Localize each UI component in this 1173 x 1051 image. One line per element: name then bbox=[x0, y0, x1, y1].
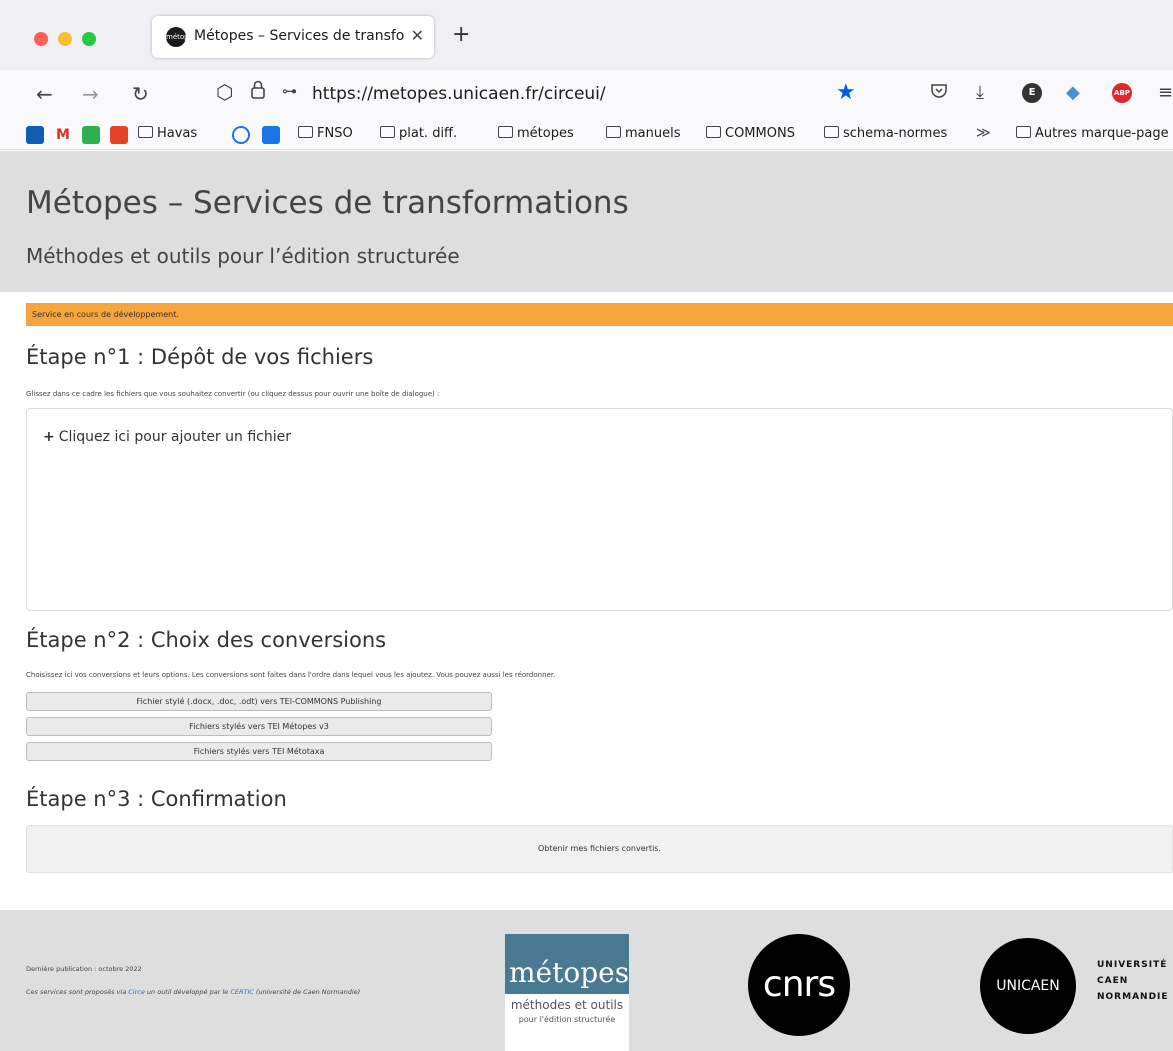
site-favicon-icon: métopes bbox=[166, 27, 197, 47]
bookmarks-bar: M Havas FNSO plat. diff. métopes manuels… bbox=[0, 120, 1173, 150]
bookmark-folder-autres[interactable]: Autres marque-page bbox=[1016, 126, 1169, 141]
whatsapp-icon[interactable] bbox=[82, 126, 100, 144]
folder-icon bbox=[824, 126, 839, 138]
step2-description: Choisissez ici vos conversions et leurs … bbox=[26, 671, 556, 679]
bookmark-folder-plat-diff[interactable]: plat. diff. bbox=[380, 126, 457, 141]
folder-icon bbox=[298, 126, 313, 138]
folder-icon bbox=[1016, 126, 1031, 138]
step1-description: Glissez dans ce cadre les fichiers que v… bbox=[26, 390, 440, 398]
certic-link[interactable]: CERTIC bbox=[230, 988, 254, 996]
meet-icon[interactable] bbox=[262, 126, 280, 144]
gitlab-icon[interactable] bbox=[110, 126, 128, 144]
address-bar[interactable]: ⬡ ⊶ https://metopes.unicaen.fr/circeui/ … bbox=[206, 76, 870, 114]
pocket-icon[interactable] bbox=[930, 82, 948, 105]
unicaen-logo[interactable]: UNICAEN bbox=[980, 938, 1076, 1034]
footer: Dernière publication : octobre 2022 Ces … bbox=[0, 910, 1173, 1051]
url-text[interactable]: https://metopes.unicaen.fr/circeui/ bbox=[312, 84, 606, 104]
extension-diamond-icon[interactable]: ◆ bbox=[1066, 82, 1080, 103]
tab-title: Métopes – Services de transforr bbox=[194, 28, 404, 44]
step3-title: Étape n°3 : Confirmation bbox=[26, 787, 287, 811]
minimize-window-button[interactable] bbox=[58, 32, 72, 46]
page-subtitle: Méthodes et outils pour l’édition struct… bbox=[26, 244, 460, 268]
new-tab-button[interactable]: + bbox=[452, 22, 470, 47]
browser-tab[interactable]: métopes Métopes – Services de transforr … bbox=[152, 16, 434, 58]
conversion-option-commons[interactable]: Fichier stylé (.docx, .doc, .odt) vers T… bbox=[26, 692, 492, 711]
folder-icon bbox=[498, 126, 513, 138]
conversion-option-metotaxa[interactable]: Fichiers stylés vers TEI Métotaxa bbox=[26, 742, 492, 761]
bookmark-folder-commons[interactable]: COMMONS bbox=[706, 126, 795, 141]
adblock-plus-icon[interactable]: ABP bbox=[1112, 83, 1132, 103]
file-dropzone[interactable]: + Cliquez ici pour ajouter un fichier bbox=[26, 408, 1173, 611]
circe-link[interactable]: Circe bbox=[128, 988, 145, 996]
extension-e-icon[interactable]: E bbox=[1022, 83, 1042, 103]
bookmark-folder-schema-normes[interactable]: schema-normes bbox=[824, 126, 947, 141]
folder-icon bbox=[380, 126, 395, 138]
downloads-icon[interactable]: ⤓ bbox=[976, 82, 984, 103]
bookmark-star-icon[interactable]: ★ bbox=[836, 80, 856, 105]
menu-icon[interactable]: ≡ bbox=[1158, 82, 1173, 103]
last-publication: Dernière publication : octobre 2022 bbox=[26, 965, 142, 973]
plus-icon: + bbox=[43, 429, 55, 445]
bookmark-folder-manuels[interactable]: manuels bbox=[606, 126, 681, 141]
sync-icon[interactable] bbox=[232, 126, 250, 144]
navigation-bar: ← → ↻ ⬡ ⊶ https://metopes.unicaen.fr/cir… bbox=[0, 70, 1173, 120]
outlook-icon[interactable] bbox=[26, 126, 44, 144]
gmail-icon[interactable]: M bbox=[54, 126, 72, 144]
folder-icon bbox=[606, 126, 621, 138]
tab-bar: métopes Métopes – Services de transforr … bbox=[0, 0, 1173, 70]
step2-title: Étape n°2 : Choix des conversions bbox=[26, 628, 387, 652]
credits: Ces services sont proposés via Circe un … bbox=[26, 988, 361, 996]
unicaen-line2: CAEN bbox=[1097, 976, 1129, 986]
cnrs-logo[interactable]: cnrs bbox=[748, 934, 850, 1036]
close-tab-icon[interactable]: ✕ bbox=[411, 26, 424, 45]
permissions-icon[interactable]: ⊶ bbox=[282, 82, 297, 100]
maximize-window-button[interactable] bbox=[82, 32, 96, 46]
unicaen-line1: UNIVERSITÉ bbox=[1097, 960, 1168, 970]
back-icon[interactable]: ← bbox=[36, 82, 53, 106]
bookmark-folder-metopes[interactable]: métopes bbox=[498, 126, 574, 141]
page-title: Métopes – Services de transformations bbox=[26, 185, 629, 221]
add-file-link[interactable]: + Cliquez ici pour ajouter un fichier bbox=[43, 429, 291, 445]
bookmark-folder-havas[interactable]: Havas bbox=[138, 126, 197, 141]
tracking-protection-icon[interactable]: ⬡ bbox=[216, 80, 233, 104]
lock-icon[interactable] bbox=[250, 80, 266, 105]
conversion-option-metopes-v3[interactable]: Fichiers stylés vers TEI Métopes v3 bbox=[26, 717, 492, 736]
development-alert: Service en cours de développement. bbox=[26, 303, 1173, 326]
step1-title: Étape n°1 : Dépôt de vos fichiers bbox=[26, 345, 374, 369]
folder-icon bbox=[138, 126, 153, 138]
folder-icon bbox=[706, 126, 721, 138]
bookmarks-overflow-icon[interactable]: ≫ bbox=[976, 125, 991, 141]
forward-icon[interactable]: → bbox=[82, 82, 99, 106]
unicaen-line3: NORMANDIE bbox=[1097, 992, 1169, 1002]
metopes-logo[interactable]: métopes méthodes et outils pour l'éditio… bbox=[505, 934, 629, 1051]
reload-icon[interactable]: ↻ bbox=[132, 82, 149, 106]
get-converted-files-button[interactable]: Obtenir mes fichiers convertis. bbox=[26, 825, 1173, 873]
page-header: Métopes – Services de transformations Mé… bbox=[0, 151, 1173, 292]
close-window-button[interactable] bbox=[34, 32, 48, 46]
bookmark-folder-fnso[interactable]: FNSO bbox=[298, 126, 353, 141]
